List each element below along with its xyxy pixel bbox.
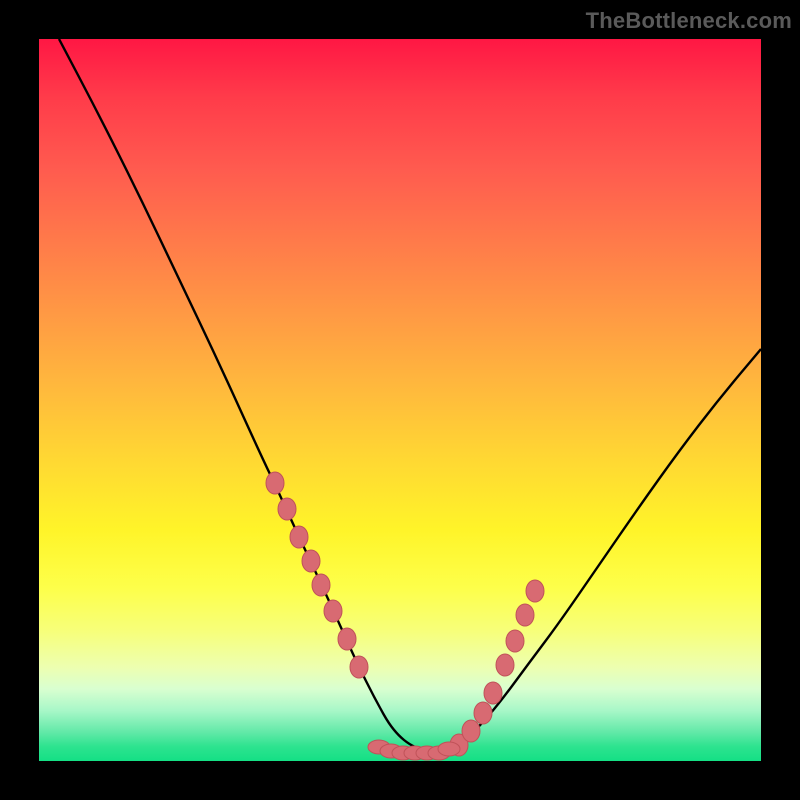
watermark-text: TheBottleneck.com	[586, 8, 792, 34]
marker-group-left	[266, 472, 368, 678]
bottleneck-curve	[59, 39, 761, 750]
marker-dot	[484, 682, 502, 704]
marker-dot	[324, 600, 342, 622]
marker-dot	[350, 656, 368, 678]
marker-dot	[438, 742, 460, 756]
marker-dot	[290, 526, 308, 548]
marker-dot	[338, 628, 356, 650]
marker-dot	[496, 654, 514, 676]
marker-dot	[312, 574, 330, 596]
marker-dot	[526, 580, 544, 602]
plot-area	[39, 39, 761, 761]
marker-group-right	[450, 580, 544, 756]
marker-group-flat	[368, 740, 460, 760]
chart-svg	[39, 39, 761, 761]
marker-dot	[516, 604, 534, 626]
marker-dot	[266, 472, 284, 494]
chart-frame: TheBottleneck.com	[0, 0, 800, 800]
marker-dot	[462, 720, 480, 742]
marker-dot	[506, 630, 524, 652]
marker-dot	[474, 702, 492, 724]
marker-dot	[278, 498, 296, 520]
marker-dot	[302, 550, 320, 572]
